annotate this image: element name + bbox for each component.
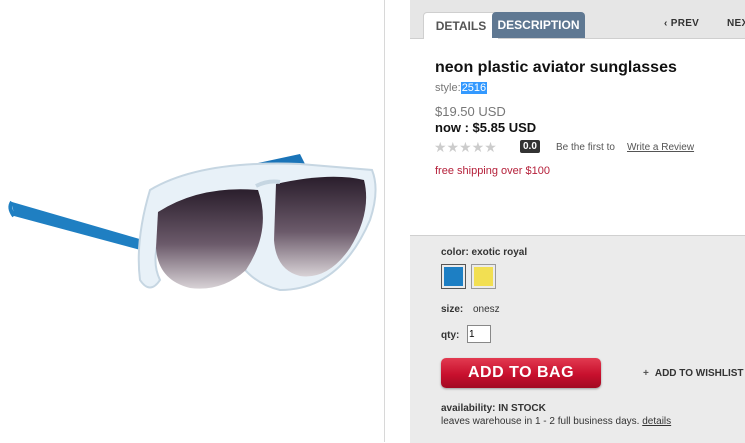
free-shipping-note: free shipping over $100 — [435, 165, 550, 177]
details-link[interactable]: details — [642, 416, 671, 427]
purchase-options: color: exotic royal size: onesz qty: ADD… — [410, 235, 745, 443]
prev-label: PREV — [670, 18, 700, 29]
product-title: neon plastic aviator sunglasses — [435, 59, 677, 76]
add-to-bag-button[interactable]: ADD TO BAG — [441, 358, 601, 388]
review-prompt: Be the first to — [556, 142, 615, 153]
size-value: onesz — [473, 304, 500, 315]
style-value: 2516 — [460, 82, 488, 94]
original-price: $19.50 USD — [435, 104, 506, 119]
product-details-pane: DETAILS DESCRIPTION ‹ PREV NEX neon plas… — [410, 0, 745, 443]
wishlist-label: ADD TO WISHLIST — [654, 368, 744, 379]
leaves-text: leaves warehouse in 1 - 2 full business … — [441, 416, 640, 427]
qty-label: qty: — [441, 330, 460, 341]
style-label: style: — [435, 82, 461, 94]
tab-details[interactable]: DETAILS — [423, 12, 499, 40]
sunglasses-product-image[interactable] — [0, 130, 384, 320]
rating-score-badge: 0.0 — [520, 140, 540, 153]
chevron-left-icon: ‹ — [664, 18, 671, 29]
rating-stars-icon: ★★★★★ — [434, 139, 497, 155]
plus-icon: + — [643, 368, 649, 379]
tab-bar: DETAILS DESCRIPTION ‹ PREV NEX — [410, 0, 745, 40]
color-swatch-exotic-royal[interactable] — [441, 264, 466, 289]
product-info: neon plastic aviator sunglasses style:25… — [410, 39, 745, 235]
quantity-input[interactable] — [467, 325, 491, 343]
shipping-time-note: leaves warehouse in 1 - 2 full business … — [441, 416, 671, 427]
write-review-link[interactable]: Write a Review — [627, 142, 694, 153]
style-line: style:2516 — [435, 82, 488, 94]
next-link[interactable]: NEX — [727, 18, 745, 29]
color-label: color: exotic royal — [441, 247, 528, 258]
availability-status: availability: IN STOCK — [441, 403, 546, 414]
tab-description[interactable]: DESCRIPTION — [492, 12, 585, 38]
pane-divider — [384, 0, 385, 442]
sale-price: now : $5.85 USD — [435, 120, 537, 135]
product-image-pane — [0, 0, 384, 442]
color-swatch-yellow[interactable] — [471, 264, 496, 289]
prev-link[interactable]: ‹ PREV — [664, 18, 699, 29]
add-to-wishlist-link[interactable]: + ADD TO WISHLIST — [643, 368, 744, 379]
size-label: size: — [441, 304, 464, 315]
